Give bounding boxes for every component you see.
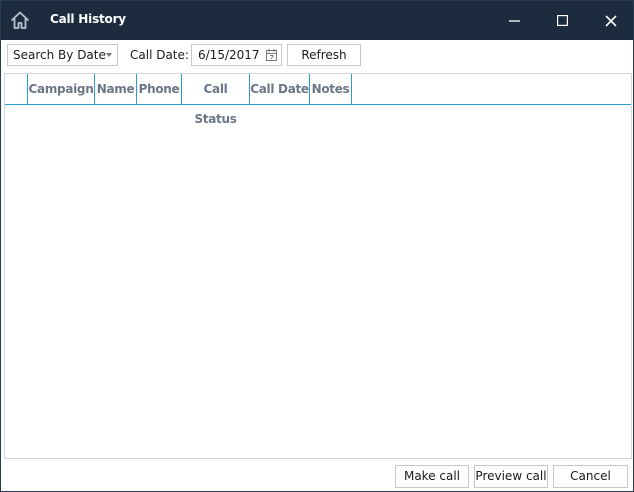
maximize-button[interactable] [540, 1, 586, 40]
chevron-down-icon [106, 53, 112, 57]
column-header-call-date[interactable]: Call Date [250, 74, 310, 104]
footer-bar: Make call Preview call Cancel [1, 459, 633, 491]
minimize-icon [509, 20, 520, 22]
search-mode-dropdown[interactable]: Search By Date [7, 44, 118, 66]
home-icon [11, 11, 29, 29]
call-date-label: Call Date: [130, 48, 189, 62]
call-history-window: Call History Search By Date Call Date: 6… [0, 0, 634, 492]
column-header-notes[interactable]: Notes [310, 74, 352, 104]
home-button[interactable] [9, 9, 31, 31]
call-date-picker[interactable]: 6/15/2017 [191, 44, 282, 66]
call-history-grid[interactable]: Campaign Name Phone Call Status Call Dat… [4, 73, 632, 459]
column-header-name[interactable]: Name [95, 74, 137, 104]
search-mode-value: Search By Date [13, 48, 106, 62]
close-button[interactable] [587, 1, 633, 40]
preview-call-button[interactable]: Preview call [474, 465, 548, 488]
make-call-button[interactable]: Make call [395, 465, 469, 488]
close-icon [605, 15, 617, 27]
title-bar: Call History [1, 1, 633, 40]
call-date-value: 6/15/2017 [198, 48, 260, 62]
row-select-header[interactable] [5, 74, 28, 104]
column-header-campaign[interactable]: Campaign [28, 74, 95, 104]
calendar-icon[interactable] [266, 49, 277, 61]
maximize-icon [557, 15, 569, 27]
refresh-button[interactable]: Refresh [287, 44, 361, 66]
column-header-call-status[interactable]: Call Status [182, 74, 250, 126]
grid-header: Campaign Name Phone Call Status Call Dat… [5, 74, 631, 126]
column-header-phone[interactable]: Phone [137, 74, 182, 104]
window-title: Call History [50, 12, 126, 26]
minimize-button[interactable] [492, 1, 538, 40]
cancel-button[interactable]: Cancel [553, 465, 628, 488]
